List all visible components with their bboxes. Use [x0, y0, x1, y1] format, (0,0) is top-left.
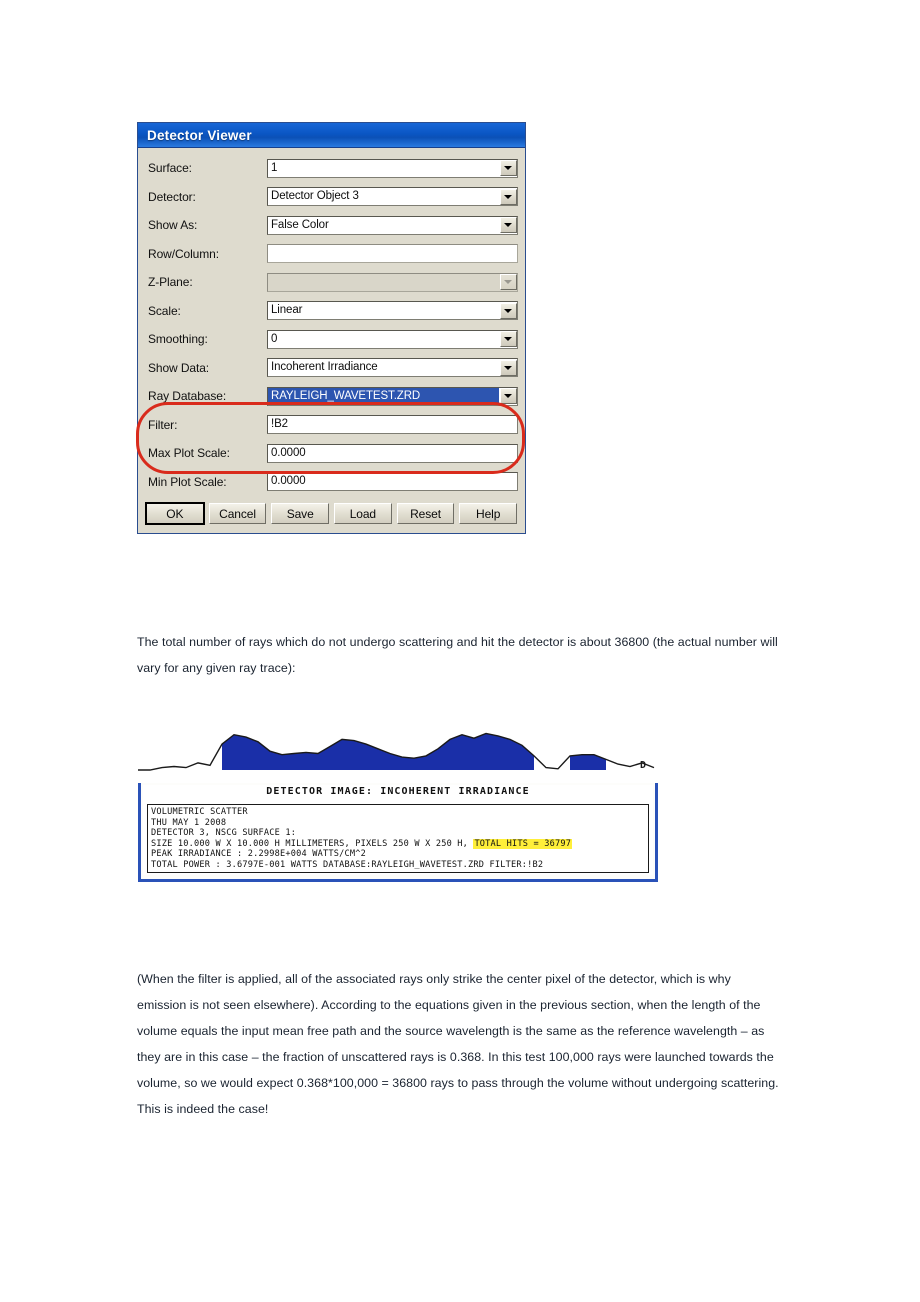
- load-button[interactable]: Load: [334, 503, 392, 524]
- field-label: Ray Database:: [148, 389, 227, 404]
- field-row-smoothing: Smoothing: 0: [145, 325, 518, 354]
- chevron-down-glyph: [504, 280, 512, 285]
- dialog-titlebar[interactable]: Detector Viewer: [138, 123, 525, 148]
- field-row-detector: Detector: Detector Object 3: [145, 183, 518, 212]
- chevron-down-glyph: [504, 166, 512, 171]
- detector-image-figure: DETECTOR IMAGE: INCOHERENT IRRADIANCE VO…: [138, 724, 658, 882]
- field-row-z-plane: Z-Plane:: [145, 268, 518, 297]
- chevron-down-icon[interactable]: [499, 388, 517, 405]
- chevron-down-glyph: [504, 223, 512, 228]
- field-label: Scale:: [148, 303, 181, 318]
- dialog-body: Surface: 1 Detector: Detector Object 3 Show …: [136, 148, 525, 533]
- text-input[interactable]: !B2: [267, 415, 518, 435]
- dialog-title: Detector Viewer: [147, 127, 252, 143]
- field-label: Filter:: [148, 417, 178, 432]
- field-label: Z-Plane:: [148, 275, 193, 290]
- chevron-down-icon[interactable]: [499, 217, 517, 234]
- detector-viewer-dialog: Detector Viewer Surface: 1 Detector: Detect…: [136, 122, 526, 534]
- combobox[interactable]: 1: [267, 158, 518, 178]
- scan-waveform-svg: [138, 732, 655, 771]
- field-value: False Color: [271, 218, 329, 231]
- detector-line-peak-irradiance: PEAK IRRADIANCE : 2.2998E+004 WATTS/CM^2: [151, 849, 366, 860]
- field-row-max-plot-scale: Max Plot Scale: 0.0000: [145, 439, 518, 468]
- chevron-down-glyph: [504, 365, 512, 370]
- total-hits-highlight: TOTAL HITS = 36797: [473, 838, 573, 849]
- combobox[interactable]: RAYLEIGH_WAVETEST.ZRD: [267, 386, 518, 406]
- combobox[interactable]: 0: [267, 329, 518, 349]
- detector-image-inner: DETECTOR IMAGE: INCOHERENT IRRADIANCE VO…: [143, 785, 653, 875]
- field-label: Show Data:: [148, 360, 210, 375]
- chevron-down-glyph: [504, 337, 512, 342]
- detector-image-panel: DETECTOR IMAGE: INCOHERENT IRRADIANCE VO…: [138, 783, 658, 882]
- field-label: Min Plot Scale:: [148, 474, 227, 489]
- field-value: 1: [271, 161, 278, 174]
- field-value: !B2: [271, 418, 288, 431]
- save-button[interactable]: Save: [271, 503, 330, 524]
- help-button[interactable]: Help: [459, 503, 518, 524]
- field-label: Row/Column:: [148, 246, 219, 261]
- field-row-row-column: Row/Column:: [145, 240, 518, 269]
- field-row-show-as: Show As: False Color: [145, 211, 518, 240]
- intro-paragraph: The total number of rays which do not un…: [137, 635, 778, 676]
- field-value: [268, 274, 499, 291]
- detector-line-surface: DETECTOR 3, NSCG SURFACE 1:: [151, 828, 297, 839]
- chevron-down-icon[interactable]: [499, 160, 517, 177]
- combobox[interactable]: Detector Object 3: [267, 187, 518, 207]
- chevron-down-icon[interactable]: [499, 359, 517, 376]
- combobox[interactable]: False Color: [267, 215, 518, 235]
- text-input[interactable]: 0.0000: [267, 443, 518, 463]
- chevron-down-icon[interactable]: [499, 188, 517, 205]
- field-label: Max Plot Scale:: [148, 446, 230, 461]
- conclusion-paragraph: (When the filter is applied, all of the …: [137, 972, 779, 1117]
- detector-image-caption: DETECTOR IMAGE: INCOHERENT IRRADIANCE: [266, 786, 530, 797]
- field-value: Detector Object 3: [271, 190, 359, 203]
- combobox[interactable]: Linear: [267, 301, 518, 321]
- field-row-min-plot-scale: Min Plot Scale: 0.0000: [145, 468, 518, 497]
- chevron-down-glyph: [504, 308, 512, 313]
- waveform-fill-path: [222, 733, 606, 770]
- combobox[interactable]: Incoherent Irradiance: [267, 358, 518, 378]
- field-label: Smoothing:: [148, 332, 208, 347]
- detector-image-textbox: VOLUMETRIC SCATTER THU MAY 1 2008 DETECT…: [147, 804, 649, 873]
- detector-line-title: VOLUMETRIC SCATTER: [151, 807, 248, 817]
- detector-line-size: SIZE 10.000 W X 10.000 H MILLIMETERS, PI…: [151, 838, 648, 850]
- field-row-filter: Filter: !B2: [145, 411, 518, 440]
- field-label: Detector:: [148, 189, 196, 204]
- chevron-down-glyph: [504, 394, 512, 399]
- detector-line-total-power: TOTAL POWER : 3.6797E-001 WATTS DATABASE…: [151, 859, 544, 870]
- field-value: 0.0000: [271, 475, 306, 488]
- chevron-down-icon: [499, 274, 517, 291]
- field-row-ray-database: Ray Database: RAYLEIGH_WAVETEST.ZRD: [145, 382, 518, 411]
- text-input: [267, 244, 518, 264]
- field-value: Linear: [271, 304, 303, 317]
- field-value: RAYLEIGH_WAVETEST.ZRD: [268, 387, 499, 405]
- ok-button[interactable]: OK: [145, 502, 205, 525]
- chevron-down-icon[interactable]: [499, 302, 517, 319]
- field-label: Show As:: [148, 218, 198, 233]
- field-value: Incoherent Irradiance: [271, 361, 378, 374]
- detector-line-date: THU MAY 1 2008: [151, 817, 227, 828]
- detector-size-text: SIZE 10.000 W X 10.000 H MILLIMETERS, PI…: [151, 838, 469, 849]
- field-row-show-data: Show Data: Incoherent Irradiance: [145, 354, 518, 383]
- field-value: [268, 245, 517, 262]
- combobox: [267, 272, 518, 292]
- dialog-fields-container: Surface: 1 Detector: Detector Object 3 Show …: [145, 154, 518, 496]
- text-input[interactable]: 0.0000: [267, 472, 518, 492]
- field-row-surface: Surface: 1: [145, 154, 518, 183]
- corner-letter-marker: D: [639, 760, 646, 771]
- chevron-down-icon[interactable]: [499, 331, 517, 348]
- dialog-button-row: OK Cancel Save Load Reset Help: [145, 502, 518, 525]
- field-value: 0: [271, 332, 278, 345]
- field-row-scale: Scale: Linear: [145, 297, 518, 326]
- chevron-down-glyph: [504, 194, 512, 199]
- scan-artifact-waveform: [138, 724, 658, 785]
- reset-button[interactable]: Reset: [396, 503, 455, 524]
- field-value: 0.0000: [271, 446, 306, 459]
- cancel-button[interactable]: Cancel: [208, 503, 267, 524]
- field-label: Surface:: [148, 161, 192, 176]
